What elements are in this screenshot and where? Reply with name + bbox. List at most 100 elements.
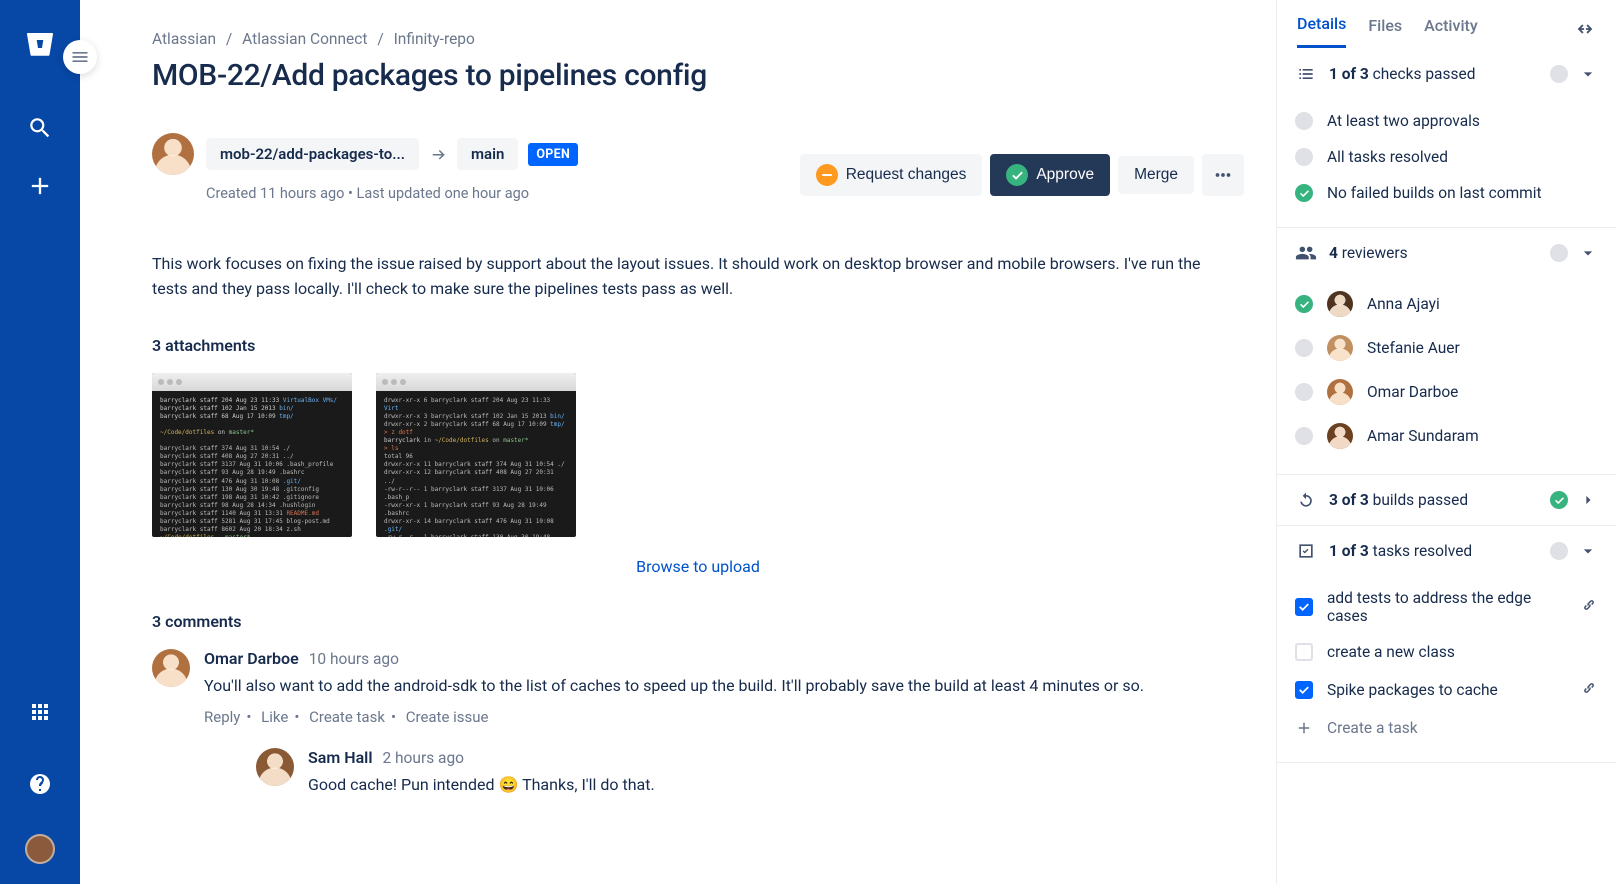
- breadcrumb-repo[interactable]: Infinity-repo: [394, 30, 475, 48]
- reviewer-item: Stefanie Auer: [1295, 326, 1598, 370]
- task-checkbox[interactable]: [1295, 681, 1313, 699]
- attachment-thumbnail[interactable]: barryclark staff 204 Aug 23 11:33 Virtua…: [152, 373, 352, 537]
- chevron-right-icon: [1578, 490, 1598, 510]
- reviewers-panel: 4 reviewers Anna Ajayi Stefanie Auer Oma…: [1277, 228, 1616, 475]
- request-changes-button[interactable]: Request changes: [800, 154, 983, 196]
- check-label: No failed builds on last commit: [1327, 184, 1542, 202]
- current-user-avatar[interactable]: [25, 834, 55, 864]
- merge-button[interactable]: Merge: [1118, 156, 1194, 194]
- check-item: All tasks resolved: [1295, 139, 1598, 175]
- reviewer-avatar[interactable]: [1327, 291, 1353, 317]
- task-item: Spike packages to cache: [1295, 670, 1598, 710]
- comment-avatar[interactable]: [256, 748, 294, 786]
- status-dot-icon: [1550, 65, 1568, 83]
- people-icon: [1295, 242, 1317, 264]
- reviewer-name: Omar Darboe: [1367, 383, 1458, 401]
- check-circle-icon: [1006, 164, 1028, 186]
- attachments-heading: 3 attachments: [152, 336, 1244, 355]
- reviewers-panel-header[interactable]: 4 reviewers: [1277, 228, 1616, 278]
- expand-sidebar-icon[interactable]: [1574, 18, 1596, 44]
- check-item: At least two approvals: [1295, 103, 1598, 139]
- task-label: add tests to address the edge cases: [1327, 589, 1566, 625]
- comment-author: Sam Hall: [308, 748, 372, 767]
- task-label: Spike packages to cache: [1327, 681, 1566, 699]
- status-dot-icon: [1550, 244, 1568, 262]
- refresh-icon: [1295, 489, 1317, 511]
- builds-panel: 3 of 3 builds passed: [1277, 475, 1616, 526]
- tasks-panel: 1 of 3 tasks resolved add tests to addre…: [1277, 526, 1616, 763]
- app-switcher-icon[interactable]: [18, 690, 62, 734]
- comment-time: 2 hours ago: [382, 749, 464, 767]
- task-item: add tests to address the edge cases: [1295, 580, 1598, 634]
- breadcrumb-project[interactable]: Atlassian Connect: [242, 30, 367, 48]
- checks-panel: 1 of 3 checks passed At least two approv…: [1277, 49, 1616, 228]
- source-branch-chip[interactable]: mob-22/add-packages-to...: [206, 138, 419, 170]
- task-icon: [1295, 540, 1317, 562]
- browse-upload-link[interactable]: Browse to upload: [636, 557, 760, 576]
- reviewer-avatar[interactable]: [1327, 379, 1353, 405]
- tab-activity[interactable]: Activity: [1424, 16, 1478, 47]
- help-icon[interactable]: [18, 762, 62, 806]
- comment-reply: Sam Hall 2 hours ago Good cache! Pun int…: [256, 748, 1244, 808]
- approve-label: Approve: [1036, 166, 1094, 184]
- attachment-thumbnail[interactable]: drwxr-xr-x 6 barryclark staff 204 Aug 23…: [376, 373, 576, 537]
- like-action[interactable]: Like: [261, 708, 288, 726]
- comment-text: Good cache! Pun intended 😄 Thanks, I'll …: [308, 773, 1244, 798]
- reviewer-name: Anna Ajayi: [1367, 295, 1440, 313]
- pr-actions: Request changes Approve Merge: [800, 154, 1244, 196]
- breadcrumb: Atlassian / Atlassian Connect / Infinity…: [152, 30, 1244, 48]
- comment-avatar[interactable]: [152, 649, 190, 687]
- tasks-count: 1 of 3: [1329, 542, 1369, 560]
- tab-details[interactable]: Details: [1297, 14, 1346, 48]
- merge-label: Merge: [1134, 166, 1178, 184]
- list-icon: [1295, 63, 1317, 85]
- chevron-down-icon: [1578, 64, 1598, 84]
- target-branch-chip[interactable]: main: [457, 138, 518, 170]
- task-checkbox[interactable]: [1295, 598, 1313, 616]
- check-label: All tasks resolved: [1327, 148, 1448, 166]
- global-nav: [0, 0, 80, 884]
- approved-icon: [1295, 295, 1313, 313]
- sidebar-collapse-toggle[interactable]: [63, 40, 97, 74]
- task-checkbox[interactable]: [1295, 643, 1313, 661]
- create-task-label: Create a task: [1327, 719, 1418, 737]
- pr-description: This work focuses on fixing the issue ra…: [152, 252, 1212, 302]
- main-content: Atlassian / Atlassian Connect / Infinity…: [80, 0, 1276, 884]
- comment-actions: Reply• Like• Create task• Create issue: [204, 708, 1244, 726]
- builds-count: 3 of 3: [1329, 491, 1369, 509]
- tab-files[interactable]: Files: [1368, 16, 1402, 47]
- create-task-action[interactable]: Create task: [309, 708, 385, 726]
- approve-button[interactable]: Approve: [990, 154, 1110, 196]
- create-issue-action[interactable]: Create issue: [406, 708, 489, 726]
- checks-count: 1 of 3: [1329, 65, 1369, 83]
- author-avatar[interactable]: [152, 133, 194, 175]
- page-title: MOB-22/Add packages to pipelines config: [152, 58, 1244, 93]
- bitbucket-logo-icon[interactable]: [22, 26, 58, 62]
- status-dot-icon: [1295, 383, 1313, 401]
- status-dot-icon: [1295, 148, 1313, 166]
- check-label: At least two approvals: [1327, 112, 1480, 130]
- build-ok-icon: [1550, 491, 1568, 509]
- status-dot-icon: [1295, 112, 1313, 130]
- check-item: No failed builds on last commit: [1295, 175, 1598, 211]
- reply-action[interactable]: Reply: [204, 708, 240, 726]
- tasks-panel-header[interactable]: 1 of 3 tasks resolved: [1277, 526, 1616, 576]
- checks-panel-header[interactable]: 1 of 3 checks passed: [1277, 49, 1616, 99]
- plus-icon: [1295, 719, 1313, 737]
- breadcrumb-org[interactable]: Atlassian: [152, 30, 216, 48]
- create-icon[interactable]: [18, 164, 62, 208]
- link-icon[interactable]: [1580, 596, 1598, 618]
- create-task-row[interactable]: Create a task: [1295, 710, 1598, 746]
- reviewer-name: Amar Sundaram: [1367, 427, 1479, 445]
- link-icon[interactable]: [1580, 679, 1598, 701]
- reviewer-avatar[interactable]: [1327, 423, 1353, 449]
- tasks-label: tasks resolved: [1373, 542, 1473, 560]
- status-dot-icon: [1295, 427, 1313, 445]
- reviewer-avatar[interactable]: [1327, 335, 1353, 361]
- comment: Omar Darboe 10 hours ago You'll also wan…: [152, 649, 1244, 829]
- builds-panel-header[interactable]: 3 of 3 builds passed: [1277, 475, 1616, 525]
- reviewer-item: Omar Darboe: [1295, 370, 1598, 414]
- more-actions-button[interactable]: [1202, 154, 1244, 196]
- task-label: create a new class: [1327, 643, 1455, 661]
- search-icon[interactable]: [18, 106, 62, 150]
